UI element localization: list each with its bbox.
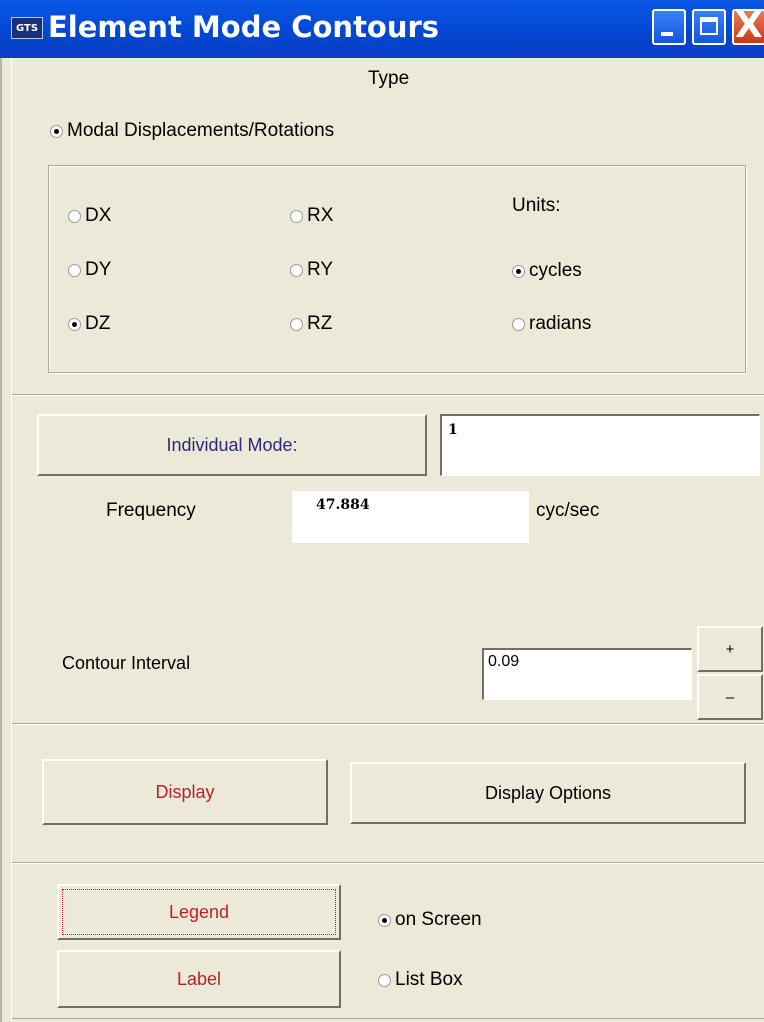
option-dx[interactable]: DX [68, 205, 111, 227]
type-heading: Type [368, 68, 410, 89]
dz-radio[interactable] [68, 317, 81, 331]
option-ry[interactable]: RY [290, 259, 333, 281]
decrement-button[interactable]: – [697, 674, 763, 720]
rz-radio[interactable] [290, 317, 303, 331]
list-box-label: List Box [395, 969, 463, 990]
ry-radio[interactable] [290, 263, 303, 277]
option-rz[interactable]: RZ [290, 313, 332, 335]
legend-button[interactable]: Legend [57, 884, 341, 940]
contour-interval-value: 0.09 [488, 653, 520, 670]
bottom-border [12, 1018, 764, 1019]
on-screen-radio[interactable] [378, 913, 391, 927]
modal-displacements-label: Modal Displacements/Rotations [67, 120, 335, 141]
minimize-button[interactable] [652, 9, 686, 45]
option-dz[interactable]: DZ [68, 313, 110, 335]
close-icon: X [735, 5, 763, 46]
component-group [48, 165, 746, 373]
option-rx[interactable]: RX [290, 205, 333, 227]
frequency-value: 47.884 [316, 497, 370, 513]
section-divider [12, 862, 764, 864]
radians-label: radians [529, 313, 592, 334]
option-radians[interactable]: radians [512, 313, 591, 335]
dx-label: DX [85, 205, 112, 226]
contour-interval-input[interactable]: 0.09 [482, 648, 692, 700]
cycles-radio[interactable] [512, 264, 525, 278]
rx-radio[interactable] [290, 209, 303, 223]
rx-label: RX [307, 205, 334, 226]
frequency-unit: cyc/sec [536, 500, 600, 521]
option-cycles[interactable]: cycles [512, 260, 582, 282]
app-icon: GTS [11, 17, 43, 39]
maximize-icon [700, 17, 718, 35]
modal-displacements-radio[interactable] [50, 124, 63, 138]
label-button[interactable]: Label [57, 950, 341, 1008]
individual-mode-button[interactable]: Individual Mode: [37, 414, 427, 476]
dy-label: DY [85, 259, 112, 280]
contour-interval-label: Contour Interval [62, 653, 191, 673]
ry-label: RY [307, 259, 334, 280]
increment-button[interactable]: + [697, 626, 763, 672]
close-button[interactable]: X [732, 5, 764, 46]
list-box-radio[interactable] [378, 973, 391, 987]
frequency-label: Frequency [106, 500, 196, 521]
section-divider [12, 723, 764, 725]
individual-mode-value: 1 [448, 422, 458, 438]
option-dy[interactable]: DY [68, 259, 111, 281]
maximize-button[interactable] [692, 9, 726, 45]
frame-edge [11, 58, 12, 1022]
dy-radio[interactable] [68, 263, 81, 277]
units-label: Units: [512, 195, 561, 216]
title-bar: GTS Element Mode Contours X [0, 0, 764, 58]
frequency-display: 47.884 [292, 491, 529, 543]
on-screen-label: on Screen [395, 909, 482, 930]
cycles-label: cycles [529, 260, 582, 281]
section-divider [12, 394, 764, 396]
window-title: Element Mode Contours [48, 10, 440, 44]
modal-displacements-option[interactable]: Modal Displacements/Rotations [50, 120, 334, 142]
option-list-box[interactable]: List Box [378, 969, 463, 991]
dz-label: DZ [85, 313, 111, 334]
minimize-icon [661, 32, 673, 36]
rz-label: RZ [307, 313, 333, 334]
individual-mode-input[interactable]: 1 [440, 414, 760, 476]
radians-radio[interactable] [512, 317, 525, 331]
display-options-button[interactable]: Display Options [350, 762, 746, 824]
display-button[interactable]: Display [42, 759, 328, 825]
option-on-screen[interactable]: on Screen [378, 909, 482, 931]
dx-radio[interactable] [68, 209, 81, 223]
